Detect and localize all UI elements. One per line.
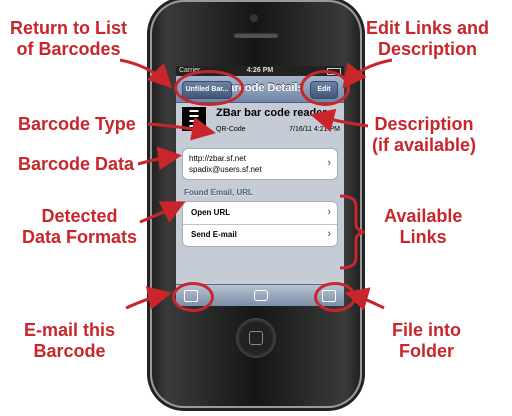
- callout-detected-formats: Detected Data Formats: [22, 206, 138, 247]
- callout-return-list: Return to List of Barcodes: [10, 18, 127, 59]
- callout-available-links: Available Links: [384, 206, 463, 247]
- callout-edit-links: Edit Links and Description: [366, 18, 490, 59]
- callout-barcode-data: Barcode Data: [18, 154, 135, 174]
- callout-barcode-type: Barcode Type: [18, 114, 136, 134]
- callout-email-barcode: E-mail this Barcode: [24, 320, 116, 361]
- callout-description: Description (if available): [372, 114, 477, 155]
- callout-file-folder: File into Folder: [392, 320, 461, 361]
